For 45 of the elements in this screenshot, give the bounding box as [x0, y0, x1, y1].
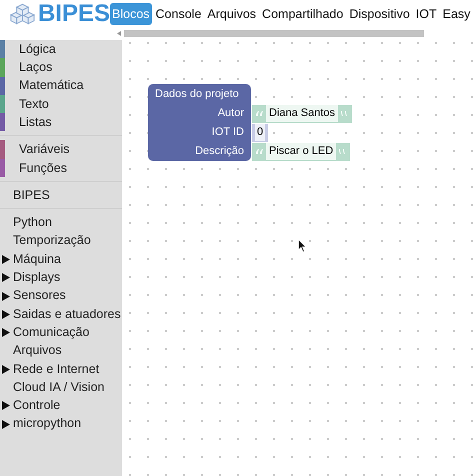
open-quote-icon — [256, 111, 263, 116]
toolbox-category[interactable]: Python — [0, 213, 122, 232]
toolbox-category[interactable]: Comunicação — [0, 323, 122, 342]
toolbox-category[interactable]: micropython — [0, 414, 122, 433]
close-quote-icon — [341, 111, 348, 116]
text-block[interactable]: Diana Santos — [252, 104, 352, 122]
number-block[interactable]: 0 — [252, 124, 268, 142]
toolbox-category[interactable]: Rede e Internet — [0, 360, 122, 378]
toolbox-category[interactable]: Saidas e atuadores — [0, 304, 122, 324]
toolbox-category[interactable]: Texto — [0, 94, 122, 114]
toolbox-category[interactable]: Laços — [0, 58, 122, 77]
toolbox-category[interactable]: Temporização — [0, 232, 122, 250]
text-block[interactable]: Piscar o LED — [252, 142, 350, 160]
nav-tab[interactable]: IOT — [414, 2, 439, 26]
project-data-block[interactable]: Dados do projeto Autor Diana Santos IOT ID 0 Descrição Piscar o LED — [148, 84, 364, 161]
nav-tab[interactable]: Easy — [440, 2, 472, 26]
scroll-left-arrow-icon — [117, 30, 121, 36]
field-label: Autor — [218, 106, 244, 122]
cubes-logo-icon — [8, 3, 37, 25]
field-label: Descrição — [195, 144, 244, 160]
toolbox-category[interactable]: Listas — [0, 113, 122, 132]
number-field[interactable]: 0 — [255, 124, 266, 141]
field-label: IOT ID — [212, 125, 244, 140]
nav-tab[interactable]: Arquivos — [205, 2, 258, 26]
logo-text: BIPES — [38, 2, 110, 26]
nav-tab[interactable]: Compartilhado — [260, 2, 346, 26]
nav-tab[interactable]: Console — [154, 2, 204, 26]
close-quote-icon — [339, 149, 346, 154]
toolbox-category[interactable]: Lógica — [0, 40, 122, 58]
nav-tab[interactable]: Dispositivo — [347, 2, 412, 26]
toolbox-category[interactable]: Displays — [0, 268, 122, 287]
toolbox-category[interactable]: BIPES — [0, 186, 122, 204]
toolbox-category[interactable]: Variáveis — [0, 140, 122, 159]
toolbox-category[interactable]: Máquina — [0, 250, 122, 268]
toolbox-category[interactable]: Cloud IA / Vision — [0, 378, 122, 396]
toolbox-category[interactable]: Arquivos — [0, 341, 122, 360]
toolbox-category[interactable]: Controle — [0, 396, 122, 415]
block-title: Dados do projeto — [155, 86, 239, 102]
mouse-cursor-icon — [298, 239, 307, 253]
text-field[interactable]: Diana Santos — [266, 105, 338, 122]
toolbox-category[interactable]: Funções — [0, 158, 122, 178]
toolbox-category[interactable]: Matemática — [0, 76, 122, 95]
open-quote-icon — [256, 149, 263, 154]
toolbox-category[interactable]: Sensores — [0, 286, 122, 305]
text-field[interactable]: Piscar o LED — [266, 143, 336, 160]
